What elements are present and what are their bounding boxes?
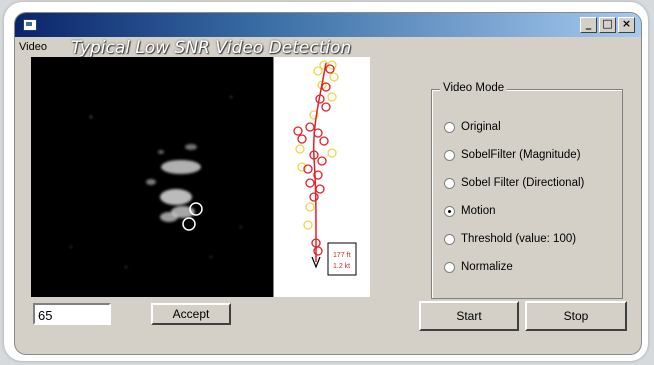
video-mode-group: Video Mode Original SobelFilter (Magnitu… [431,82,623,299]
track-label-speed: 1.2 kt [333,263,350,270]
video-mode-title: Video Mode [440,82,508,94]
radio-label: SobelFilter (Magnitude) [461,149,581,161]
track-plot: 177 ft 1.2 kt [273,57,370,297]
minimize-button[interactable]: _ [580,17,597,33]
radio-label: Normalize [461,261,513,273]
radio-button-icon[interactable] [444,261,455,273]
radio-label: Motion [461,205,496,217]
radio-original[interactable]: Original [444,119,501,135]
radio-button-icon[interactable] [444,233,455,245]
radio-sobel-directional[interactable]: Sobel Filter (Directional) [444,175,584,191]
radio-motion[interactable]: Motion [444,203,496,219]
close-button[interactable]: × [618,17,635,33]
radio-button-icon[interactable] [444,121,455,133]
radio-button-icon[interactable] [444,149,455,161]
screenshot-frame: _ □ × Video Typical Low SNR Video Detect… [4,2,648,361]
app-icon[interactable] [23,19,37,31]
radio-threshold[interactable]: Threshold (value: 100) [444,231,576,247]
accept-button[interactable]: Accept [151,303,231,325]
overlay-caption: Typical Low SNR Video Detection [71,38,352,58]
stop-button[interactable]: Stop [525,301,627,331]
window-controls: _ □ × [580,17,635,33]
menu-video[interactable]: Video [19,41,47,53]
title-bar: _ □ × [15,13,641,37]
video-display [31,57,273,297]
app-window: _ □ × Video Typical Low SNR Video Detect… [14,12,642,355]
radio-normalize[interactable]: Normalize [444,259,513,275]
value-input[interactable]: 65 [33,303,111,325]
menu-bar: Video Typical Low SNR Video Detection [15,37,641,58]
radio-label: Original [461,121,501,133]
maximize-button[interactable]: □ [599,17,616,33]
track-plot-svg: 177 ft 1.2 kt [293,60,357,276]
radio-label: Threshold (value: 100) [461,233,577,245]
radio-label: Sobel Filter (Directional) [461,177,585,189]
radio-sobel-magnitude[interactable]: SobelFilter (Magnitude) [444,147,581,163]
radio-button-icon[interactable] [444,177,455,189]
radio-button-icon[interactable] [444,205,455,217]
video-frame-image [70,96,242,268]
track-label-distance: 177 ft [333,252,351,259]
start-button[interactable]: Start [419,301,519,331]
